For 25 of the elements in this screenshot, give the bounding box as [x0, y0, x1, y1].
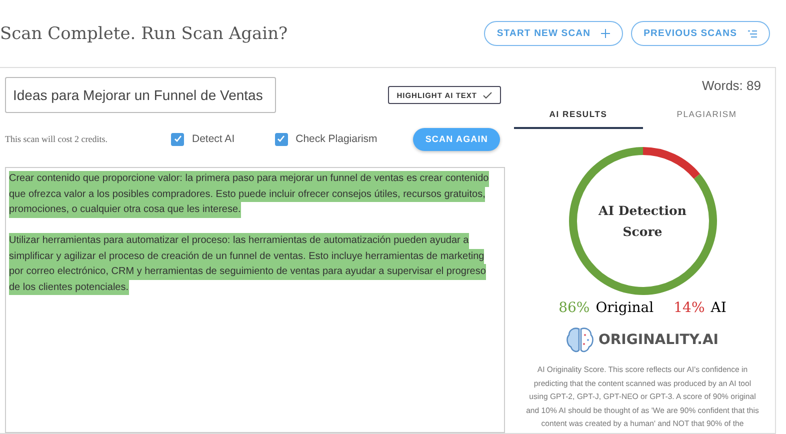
check-icon: [483, 92, 492, 98]
results-tab[interactable]: PLAGIARISM: [642, 101, 771, 129]
original-label: Original: [596, 300, 654, 316]
checkmark-icon: [174, 135, 182, 143]
brain-icon: [566, 327, 594, 353]
checkbox[interactable]: [274, 132, 288, 146]
ai-percent: 14%: [674, 300, 705, 316]
ai-label: AI: [710, 300, 726, 316]
cost-note: This scan will cost 2 credits.: [5, 134, 108, 144]
start-new-scan-button[interactable]: START NEW SCAN: [484, 21, 623, 46]
logo-text: ORIGINALITY.AI: [598, 332, 718, 348]
checkbox-label: Check Plagiarism: [296, 133, 378, 145]
scan-again-button[interactable]: SCAN AGAIN: [413, 128, 500, 150]
word-count: Words: 89: [702, 78, 761, 93]
list-icon: [747, 30, 757, 38]
previous-scans-button[interactable]: PREVIOUS SCANS: [630, 21, 770, 46]
original-percent: 86%: [558, 300, 590, 316]
checkbox[interactable]: [171, 132, 184, 146]
plus-icon: [600, 29, 610, 38]
page-title: Scan Complete. Run Scan Again?: [0, 24, 288, 44]
checkbox-label: Detect AI: [192, 133, 235, 145]
results-tab[interactable]: AI RESULTS: [514, 101, 642, 129]
title-input[interactable]: Ideas para Mejorar un Funnel de Ventas: [5, 77, 276, 113]
score-title: AI Detection Score: [598, 202, 688, 241]
checkmark-icon: [277, 135, 286, 143]
